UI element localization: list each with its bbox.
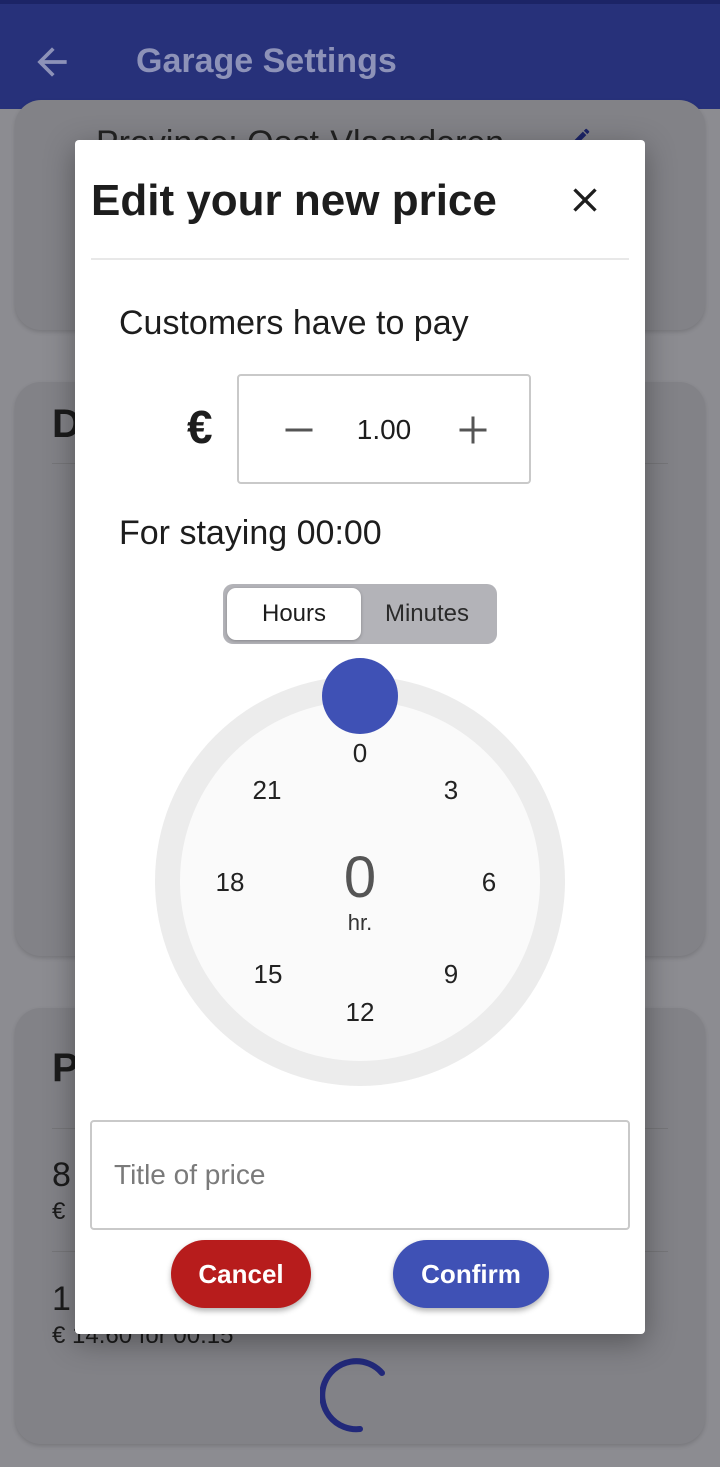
hour-unit-label: hr. — [347, 910, 373, 935]
cancel-button[interactable]: Cancel — [171, 1240, 311, 1308]
loading-spinner-icon — [320, 1358, 385, 1433]
back-arrow-icon[interactable] — [30, 40, 74, 84]
close-icon[interactable] — [565, 180, 605, 220]
page-title: Garage Settings — [136, 42, 397, 80]
dial-number-21[interactable]: 21 — [237, 775, 297, 806]
dial-number-12[interactable]: 12 — [330, 997, 390, 1028]
minutes-tab[interactable]: Minutes — [361, 588, 493, 640]
app-bar: Garage Settings — [0, 0, 720, 109]
hours-minutes-toggle: Hours Minutes — [223, 584, 497, 644]
price-row-title: 1 — [52, 1280, 71, 1318]
dialog-divider — [91, 258, 629, 260]
plus-icon[interactable] — [455, 412, 491, 448]
price-stepper[interactable]: 1.00 — [237, 374, 531, 484]
dial-number-3[interactable]: 3 — [421, 775, 481, 806]
dial-number-0[interactable]: 0 — [330, 738, 390, 769]
price-title-field[interactable] — [90, 1120, 630, 1230]
price-row-title: 8 — [52, 1156, 71, 1194]
dial-selector-handle[interactable] — [322, 658, 398, 734]
staying-duration-label: For staying 00:00 — [119, 514, 382, 552]
selected-hour-value: 0 — [343, 845, 377, 910]
price-title-input[interactable] — [92, 1122, 628, 1228]
dialog-title: Edit your new price — [91, 176, 497, 225]
edit-price-dialog: Edit your new price Customers have to pa… — [75, 140, 645, 1334]
hours-tab[interactable]: Hours — [227, 588, 361, 640]
customers-pay-label: Customers have to pay — [119, 304, 469, 342]
dial-number-15[interactable]: 15 — [238, 959, 298, 990]
confirm-button[interactable]: Confirm — [393, 1240, 549, 1308]
price-row-subtitle: € — [52, 1198, 66, 1225]
dial-number-9[interactable]: 9 — [421, 959, 481, 990]
hour-dial[interactable]: 0 3 6 9 12 15 18 21 0 hr. — [155, 658, 565, 1086]
currency-symbol: € — [187, 401, 213, 453]
